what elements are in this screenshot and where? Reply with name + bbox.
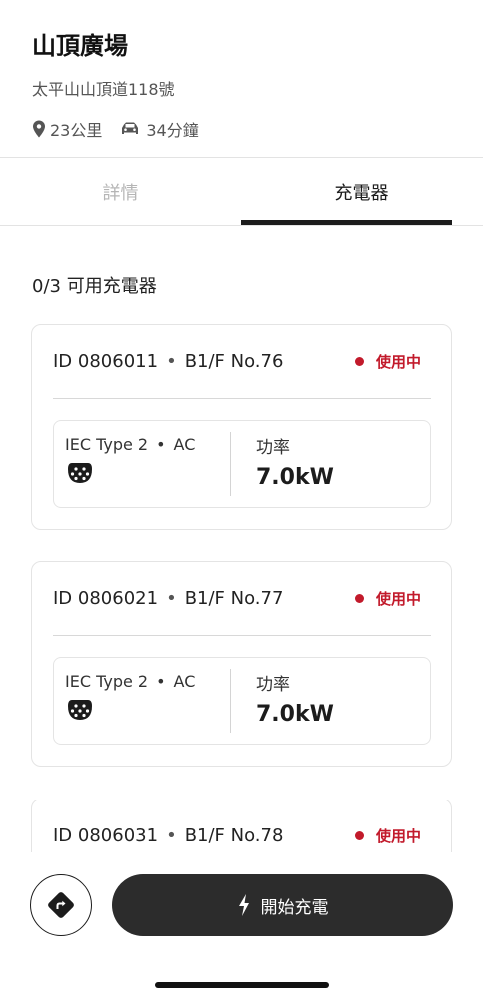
- power-value: 7.0kW: [256, 702, 334, 727]
- tab-bar: 詳情 充電器: [0, 158, 483, 226]
- charger-id: ID 0806021: [53, 588, 159, 609]
- duration-text: 34分鐘: [146, 121, 199, 140]
- status-dot: [354, 831, 364, 840]
- separator-dot: •: [156, 435, 166, 454]
- list-clip: ID 0806031 • B1/F No.78 使用中: [0, 800, 483, 852]
- charger-location: B1/F No.77: [184, 588, 284, 609]
- active-tab-indicator: [241, 220, 452, 225]
- station-address: 太平山山頂道118號: [32, 80, 175, 99]
- start-charging-label: 開始充電: [260, 897, 329, 918]
- connector-name: IEC Type 2: [65, 672, 149, 691]
- connector-panel: IEC Type 2 • AC 功率 7.0kW: [53, 657, 431, 745]
- power-label: 功率: [256, 675, 290, 695]
- lightning-bolt-icon: [238, 894, 249, 916]
- car-icon: [122, 122, 139, 134]
- status-text: 使用中: [375, 353, 421, 371]
- status-badge: 使用中: [354, 825, 421, 846]
- status-badge: 使用中: [354, 588, 421, 609]
- status-dot: [354, 357, 364, 366]
- card-divider: [53, 398, 431, 399]
- availability-text: 0/3 可用充電器: [32, 276, 157, 297]
- charger-id-row: ID 0806031 • B1/F No.78: [53, 825, 283, 846]
- charger-id-row: ID 0806011 • B1/F No.76: [53, 351, 283, 372]
- tab-details[interactable]: 詳情: [0, 158, 241, 226]
- power-value: 7.0kW: [256, 465, 334, 490]
- separator-dot: •: [166, 825, 177, 846]
- start-charging-button[interactable]: 開始充電: [112, 874, 453, 936]
- separator-dot: •: [166, 351, 177, 372]
- station-header: 山頂廣場 太平山山頂道118號 23公里 34分鐘: [0, 0, 483, 158]
- power-label: 功率: [256, 438, 290, 458]
- status-text: 使用中: [375, 827, 421, 845]
- panel-divider: [230, 669, 231, 733]
- separator-dot: •: [166, 588, 177, 609]
- charger-card[interactable]: ID 0806031 • B1/F No.78 使用中: [31, 800, 452, 852]
- status-text: 使用中: [375, 590, 421, 608]
- charger-card[interactable]: ID 0806021 • B1/F No.77 使用中 IEC Type 2 • AC …: [31, 561, 452, 767]
- status-badge: 使用中: [354, 351, 421, 372]
- connector-type: IEC Type 2 • AC: [65, 435, 195, 454]
- current-type: AC: [173, 672, 196, 691]
- connector-name: IEC Type 2: [65, 435, 149, 454]
- location-pin-icon: [33, 120, 45, 138]
- home-indicator: [155, 982, 329, 988]
- charger-card[interactable]: ID 0806011 • B1/F No.76 使用中 IEC Type 2 • AC …: [31, 324, 452, 530]
- connector-type: IEC Type 2 • AC: [65, 672, 195, 691]
- charger-id: ID 0806011: [53, 351, 159, 372]
- type2-plug-icon: [68, 463, 92, 483]
- station-meta: 23公里 34分鐘: [32, 118, 199, 140]
- charger-location: B1/F No.76: [184, 351, 284, 372]
- charger-id: ID 0806031: [53, 825, 159, 846]
- bottom-action-bar: 開始充電: [0, 852, 483, 1000]
- card-divider: [53, 635, 431, 636]
- navigation-turn-icon: [48, 892, 74, 918]
- connector-panel: IEC Type 2 • AC 功率 7.0kW: [53, 420, 431, 508]
- separator-dot: •: [156, 672, 166, 691]
- station-name: 山頂廣場: [32, 32, 128, 60]
- panel-divider: [230, 432, 231, 496]
- distance-text: 23公里: [50, 121, 103, 140]
- current-type: AC: [173, 435, 196, 454]
- charger-id-row: ID 0806021 • B1/F No.77: [53, 588, 283, 609]
- navigate-button[interactable]: [30, 874, 92, 936]
- charger-location: B1/F No.78: [184, 825, 284, 846]
- type2-plug-icon: [68, 700, 92, 720]
- status-dot: [354, 594, 364, 603]
- tab-chargers[interactable]: 充電器: [241, 158, 482, 226]
